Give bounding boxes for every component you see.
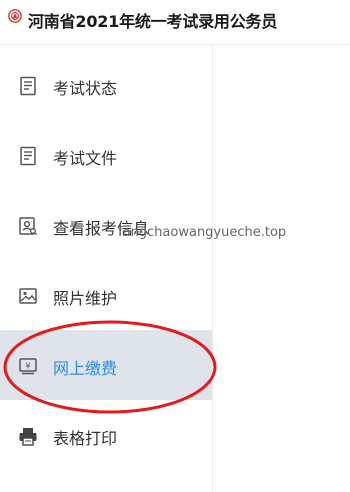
sidebar-item-label: 考试文件 <box>53 149 118 168</box>
profile-search-icon <box>19 217 37 235</box>
app-title: 河南省2021年统一考试录用公务员 <box>28 12 278 31</box>
app-header: 河南省2021年统一考试录用公务员 <box>0 0 350 45</box>
sidebar-item-label: 考试状态 <box>53 79 118 98</box>
printer-icon <box>19 428 37 446</box>
sidebar-item-label: 照片维护 <box>53 289 118 308</box>
sidebar-item-photo[interactable]: 照片维护 <box>0 260 212 330</box>
sidebar-nav: 考试状态 考试文件 查看报考信息 照片维护 ¥ 网上缴费 表格打印 <box>0 45 213 492</box>
exam-emblem-icon <box>8 9 22 23</box>
sidebar-item-exam-files[interactable]: 考试文件 <box>0 120 212 190</box>
sidebar-item-online-payment[interactable]: ¥ 网上缴费 <box>0 330 212 400</box>
document-list-icon <box>20 146 36 166</box>
payment-icon: ¥ <box>19 358 37 375</box>
sidebar-item-exam-status[interactable]: 考试状态 <box>0 50 212 120</box>
sidebar-item-print-forms[interactable]: 表格打印 <box>0 400 212 470</box>
document-list-icon <box>20 76 36 96</box>
image-icon <box>19 288 37 304</box>
watermark-text: fangchaowangyueche.top <box>118 225 287 240</box>
sidebar-item-label: 网上缴费 <box>53 359 118 378</box>
svg-text:¥: ¥ <box>25 362 30 371</box>
sidebar-item-label: 表格打印 <box>53 429 118 448</box>
